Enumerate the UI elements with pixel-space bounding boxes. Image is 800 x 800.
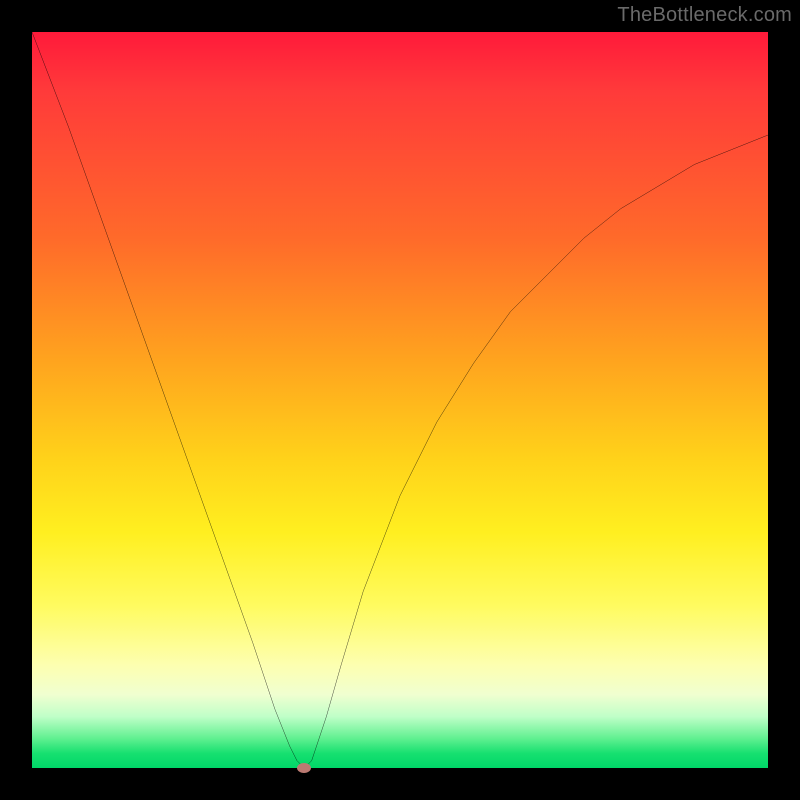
chart-frame: TheBottleneck.com: [0, 0, 800, 800]
curve-path: [32, 32, 768, 768]
watermark-text: TheBottleneck.com: [617, 4, 792, 27]
minimum-marker: [297, 763, 311, 773]
plot-area: [32, 32, 768, 768]
bottleneck-curve: [32, 32, 768, 768]
